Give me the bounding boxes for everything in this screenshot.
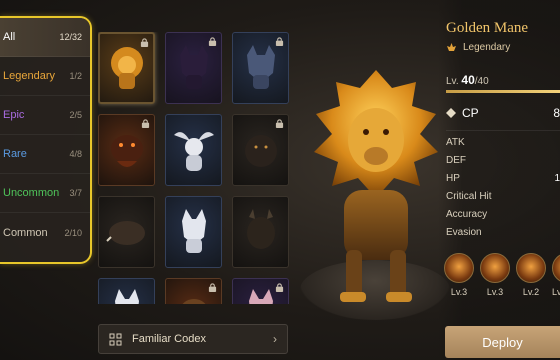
familiar-card-golden-hound[interactable] <box>165 278 222 304</box>
skill-list: Lv.3 Lv.3 Lv.2 Lv <box>444 253 560 297</box>
dark-beast-icon <box>244 135 277 167</box>
shadow-wolf-icon <box>179 45 208 89</box>
familiar-grid <box>98 32 298 304</box>
filter-all[interactable]: All 12/32 <box>0 18 90 57</box>
cp-label: CP <box>462 106 479 120</box>
combat-power: CP 8 <box>446 106 560 120</box>
filter-legendary[interactable]: Legendary 1/2 <box>0 57 90 96</box>
slash-skill-icon <box>516 253 546 283</box>
legendary-icon <box>447 43 456 51</box>
familiar-name: Golden Mane <box>446 20 529 36</box>
stat-row: Accuracy <box>446 205 560 223</box>
filter-uncommon[interactable]: Uncommon 3/7 <box>0 174 90 213</box>
familiar-card-white-fox[interactable] <box>165 196 222 268</box>
familiar-card-fire-boar[interactable] <box>98 114 155 186</box>
white-griffin-icon <box>173 132 214 171</box>
familiar-card-wild-boar[interactable] <box>98 196 155 268</box>
familiar-card-pink-cat[interactable] <box>232 278 289 304</box>
stat-label: ATK <box>446 136 465 148</box>
lock-icon <box>140 38 149 47</box>
chevron-right-icon: › <box>273 332 277 346</box>
familiar-card-dark-beast[interactable] <box>232 114 289 186</box>
horned-beast-icon <box>246 209 275 249</box>
filter-count: 3/7 <box>69 188 82 198</box>
wild-boar-icon <box>105 221 145 245</box>
skill-level: Lv <box>552 287 560 297</box>
cp-icon <box>446 108 456 118</box>
familiar-detail-panel: Golden Mane Legendary Lv. 40/40 CP 8 ATK… <box>438 0 560 360</box>
filter-label: Uncommon <box>3 187 60 199</box>
rarity-filter-panel: All 12/32 Legendary 1/2 Epic 2/5 Rare 4/… <box>0 16 92 264</box>
filter-count: 1/2 <box>69 71 82 81</box>
level-current: 40 <box>461 73 475 87</box>
claw-skill-icon <box>444 253 474 283</box>
stat-row: HP 1 <box>446 169 560 187</box>
rarity-text: Legendary <box>463 42 511 53</box>
filter-label: Rare <box>3 148 27 160</box>
stat-label: Critical Hit <box>446 190 492 202</box>
skill-slot[interactable]: Lv.3 <box>480 253 510 297</box>
level-readout: Lv. 40/40 <box>446 73 489 87</box>
familiar-codex-button[interactable]: Familiar Codex › <box>98 324 288 354</box>
filter-count: 2/10 <box>64 227 82 238</box>
filter-rare[interactable]: Rare 4/8 <box>0 135 90 174</box>
white-fox-icon <box>181 209 206 253</box>
filter-label: Legendary <box>3 70 55 82</box>
cp-value: 8 <box>553 106 560 120</box>
lock-icon <box>275 37 284 46</box>
stat-row: ATK <box>446 133 560 151</box>
familiar-card-frost-wolf[interactable] <box>232 32 289 104</box>
frost-wolf-icon <box>246 45 275 89</box>
golden-lion-hero-icon <box>314 70 438 302</box>
filter-label: Epic <box>3 109 25 121</box>
level-max: /40 <box>474 76 489 87</box>
lock-icon <box>141 119 150 128</box>
codex-label: Familiar Codex <box>132 333 206 345</box>
stat-label: DEF <box>446 154 466 166</box>
familiar-card-golden-lion[interactable] <box>98 32 155 104</box>
filter-count: 4/8 <box>69 149 82 159</box>
stat-label: Evasion <box>446 226 482 238</box>
stat-row: Evasion <box>446 223 560 241</box>
skill-level: Lv.3 <box>450 287 468 297</box>
lock-icon <box>275 119 284 128</box>
skill-slot[interactable]: Lv.2 <box>516 253 546 297</box>
filter-label: All <box>3 31 16 43</box>
stats-list: ATK DEF HP 1 Critical Hit Accuracy Evasio… <box>446 130 560 241</box>
stat-row: Critical Hit <box>446 187 560 205</box>
skill-level: Lv.3 <box>486 287 504 297</box>
familiar-card-white-cat[interactable] <box>98 278 155 304</box>
xp-bar <box>446 90 560 93</box>
familiar-card-white-griffin[interactable] <box>165 114 222 186</box>
lock-icon <box>275 283 284 292</box>
golden-lion-icon <box>110 47 143 89</box>
deploy-button[interactable]: Deploy <box>445 326 560 358</box>
filter-count: 2/5 <box>69 110 82 120</box>
level-prefix: Lv. <box>446 76 462 87</box>
stat-label: Accuracy <box>446 208 488 220</box>
rarity-label: Legendary <box>446 42 510 53</box>
white-cat-icon <box>114 289 139 304</box>
skill-level: Lv.2 <box>522 287 540 297</box>
flame-skill-icon <box>552 253 560 283</box>
familiar-card-shadow-wolf[interactable] <box>165 32 222 104</box>
filter-epic[interactable]: Epic 2/5 <box>0 96 90 135</box>
codex-icon <box>109 333 122 345</box>
skill-slot[interactable]: Lv.3 <box>444 253 474 297</box>
xp-bar-fill <box>446 90 560 93</box>
familiar-card-horned-beast[interactable] <box>232 196 289 268</box>
roar-skill-icon <box>480 253 510 283</box>
filter-common[interactable]: Common 2/10 <box>0 213 90 252</box>
filter-count: 12/32 <box>59 32 82 42</box>
lock-icon <box>208 283 217 292</box>
fire-boar-icon <box>110 135 143 167</box>
stat-label: HP <box>446 172 460 184</box>
stat-row: DEF <box>446 151 560 169</box>
filter-label: Common <box>3 226 48 239</box>
lock-icon <box>208 37 217 46</box>
stat-value: 1 <box>554 172 560 184</box>
skill-slot[interactable]: Lv <box>552 253 560 297</box>
